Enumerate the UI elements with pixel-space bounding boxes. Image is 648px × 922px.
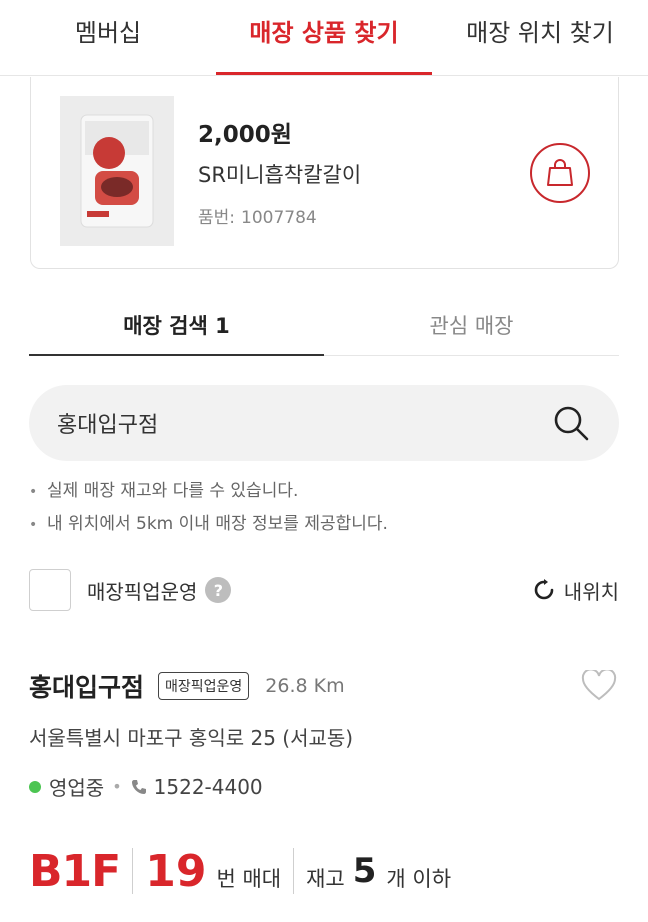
store-search-bar (29, 385, 619, 461)
tab-membership[interactable]: 멤버십 (0, 0, 216, 75)
bullet: • (29, 517, 38, 533)
pickup-filter-label: 매장픽업운영 (87, 579, 198, 604)
product-price: 2,000원 (198, 122, 292, 148)
product-package-illustration (80, 114, 154, 228)
heart-icon[interactable] (579, 666, 619, 706)
shopping-bag-button[interactable] (530, 143, 590, 203)
divider (132, 848, 134, 894)
product-card: 2,000원 SR미니흡착칼갈이 품번: 1007784 (30, 77, 619, 269)
store-phone[interactable]: 1522-4400 (154, 775, 263, 799)
divider (293, 848, 295, 894)
product-code-label: 품번: (198, 208, 236, 228)
store-name[interactable]: 홍대입구점 (29, 668, 144, 704)
product-image (60, 96, 174, 246)
stock-number: 5 (352, 851, 377, 891)
tab-store-product-search[interactable]: 매장 상품 찾기 (216, 0, 432, 75)
product-info: 2,000원 SR미니흡착칼갈이 품번: 1007784 (198, 115, 361, 228)
search-tab-bar: 매장 검색 1 관심 매장 (29, 298, 619, 356)
product-code: 품번: 1007784 (198, 203, 361, 228)
shopping-bag-icon (547, 159, 573, 186)
pickup-checkbox[interactable] (29, 569, 71, 611)
floor-label: B1F (29, 845, 121, 897)
note-item: • 내 위치에서 5km 이내 매장 정보를 제공합니다. (29, 508, 619, 541)
open-status-text: 영업중 (49, 776, 105, 800)
note-item: • 실제 매장 재고와 다를 수 있습니다. (29, 475, 619, 508)
open-status-dot (29, 780, 41, 793)
tab-favorite-stores[interactable]: 관심 매장 (324, 298, 619, 355)
product-name: SR미니흡착칼갈이 (198, 163, 362, 187)
stock-label: 재고 (306, 867, 345, 891)
refresh-icon (534, 579, 554, 600)
product-location-row: B1F 19 번 매대 재고 5 개 이하 (29, 836, 451, 906)
note-text: 실제 매장 재고와 다를 수 있습니다. (47, 481, 299, 501)
tab-store-location-search[interactable]: 매장 위치 찾기 (432, 0, 648, 75)
shelf-unit: 번 매대 (216, 867, 282, 891)
separator-dot: • (112, 777, 122, 796)
phone-icon (130, 778, 148, 796)
tab-store-search[interactable]: 매장 검색 1 (29, 298, 324, 356)
pickup-badge: 매장픽업운영 (158, 672, 250, 700)
top-tab-bar: 멤버십 매장 상품 찾기 매장 위치 찾기 (0, 0, 648, 76)
store-address: 서울특별시 마포구 홍익로 25 (서교동) (29, 726, 354, 750)
stock-unit: 개 이하 (386, 867, 452, 891)
store-distance: 26.8 Km (265, 675, 345, 697)
filter-row: 매장픽업운영 ? 내위치 (29, 568, 619, 612)
search-icon[interactable] (551, 403, 591, 443)
store-header: 홍대입구점 매장픽업운영 26.8 Km (29, 666, 619, 706)
my-location-label: 내위치 (563, 579, 619, 604)
my-location-button[interactable]: 내위치 (532, 576, 619, 605)
store-search-input[interactable] (57, 410, 551, 436)
product-code-value: 1007784 (241, 208, 317, 228)
info-notes: • 실제 매장 재고와 다를 수 있습니다. • 내 위치에서 5km 이내 매장 … (29, 475, 619, 541)
help-icon[interactable]: ? (205, 577, 232, 603)
shelf-number: 19 (145, 845, 207, 897)
bullet: • (29, 484, 38, 500)
note-text: 내 위치에서 5km 이내 매장 정보를 제공합니다. (47, 514, 388, 534)
store-status-row: 영업중 • 1522-4400 (29, 772, 263, 801)
